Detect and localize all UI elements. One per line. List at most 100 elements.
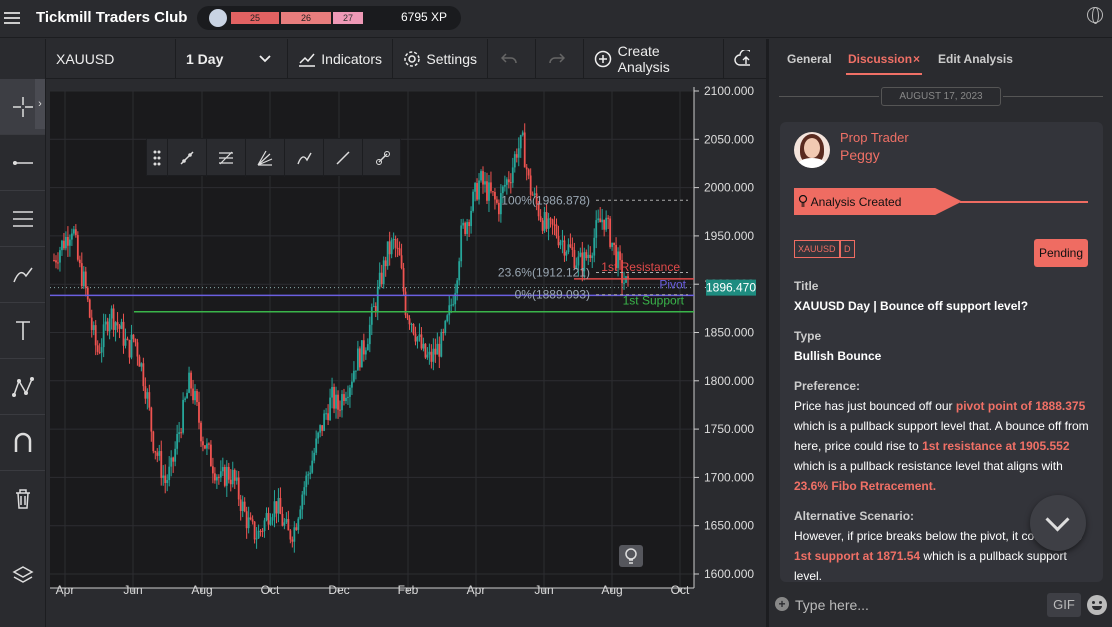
candle-body	[519, 135, 522, 149]
fib-label: 100%(1986.878)	[501, 193, 590, 207]
candle-body	[448, 305, 451, 316]
candle-body	[567, 244, 570, 253]
candle-body	[329, 397, 331, 421]
user-name[interactable]: Peggy	[840, 147, 880, 163]
candle-body	[297, 518, 300, 530]
parallel-lines-icon	[12, 210, 33, 227]
candle-body	[122, 321, 125, 346]
candle-body	[494, 192, 496, 200]
interval-dropdown[interactable]: 1 Day	[176, 39, 288, 79]
price-chart[interactable]: Apr Jun Aug Oct Dec Feb Apr Jun Aug Oct 2100.000 20…	[46, 79, 766, 627]
candle-body	[100, 347, 103, 353]
close-tab-icon[interactable]: ×	[913, 52, 920, 66]
redo-button[interactable]	[536, 39, 584, 79]
active-tab-indicator	[846, 73, 922, 75]
trendline-icon	[180, 151, 194, 165]
settings-button[interactable]: Settings	[393, 39, 488, 79]
candle-body	[372, 306, 375, 308]
candle-body	[63, 240, 65, 249]
candle-body	[553, 224, 556, 226]
scroll-down-button[interactable]	[1030, 495, 1086, 551]
avatar	[794, 132, 830, 168]
add-attachment-icon[interactable]: +	[775, 597, 789, 611]
menu-icon[interactable]	[4, 9, 20, 25]
draw-brush-button[interactable]	[285, 139, 324, 177]
candle-body	[241, 501, 244, 511]
upload-button[interactable]	[724, 39, 766, 79]
horizontal-line-tool[interactable]	[0, 135, 45, 191]
draw-ray-button[interactable]	[324, 139, 363, 177]
candle-body	[587, 254, 590, 259]
candle-body	[279, 497, 282, 514]
drag-handle-icon[interactable]	[147, 139, 168, 177]
delete-tool[interactable]	[0, 471, 45, 527]
candle-body	[162, 475, 165, 478]
candle-body	[354, 370, 357, 372]
symbol-selector[interactable]: XAUUSD	[46, 39, 176, 79]
lightbulb-icon[interactable]	[619, 545, 643, 567]
message-input[interactable]	[795, 595, 1035, 615]
candle-body	[488, 182, 490, 201]
preference-label: Preference:	[794, 379, 861, 393]
candle-body	[235, 477, 238, 481]
candle-body	[102, 324, 105, 348]
globe-icon[interactable]	[1087, 7, 1103, 24]
draw-trendline-button[interactable]	[168, 139, 207, 177]
create-analysis-label: Create Analysis	[617, 43, 670, 75]
draw-link-button[interactable]	[363, 139, 402, 177]
candle-body	[126, 338, 129, 340]
candle-body	[182, 399, 185, 433]
candle-body	[486, 181, 488, 201]
candle-body	[217, 476, 220, 478]
candle-body	[539, 216, 542, 221]
candle-body	[194, 391, 196, 401]
candle-body	[472, 191, 474, 211]
candle-body	[253, 521, 256, 540]
expand-arrow-icon[interactable]: ›	[35, 79, 45, 129]
candle-body	[198, 402, 200, 423]
crosshair-tool[interactable]: ›	[0, 79, 45, 135]
y-tick-label: 1850.000	[704, 326, 754, 340]
tab-discussion[interactable]: Discussion	[848, 52, 912, 66]
create-analysis-button[interactable]: Create Analysis	[584, 39, 724, 79]
candle-body	[623, 282, 625, 284]
undo-button[interactable]	[488, 39, 536, 79]
pattern-tool[interactable]	[0, 359, 45, 415]
parallel-lines-tool[interactable]	[0, 191, 45, 247]
indicators-button[interactable]: Indicators	[288, 39, 393, 79]
magnet-tool[interactable]	[0, 415, 45, 471]
fan-icon	[257, 150, 273, 166]
candle-body	[527, 169, 530, 176]
candle-body	[227, 466, 230, 480]
candle-body	[490, 182, 492, 192]
candle-body	[124, 338, 127, 346]
candle-body	[323, 413, 326, 431]
candle-body	[605, 217, 608, 230]
candle-body	[591, 255, 594, 258]
candle-body	[456, 280, 459, 294]
candle-body	[53, 260, 55, 262]
tab-general[interactable]: General	[787, 52, 832, 66]
candle-body	[513, 154, 516, 168]
text-tool[interactable]	[0, 303, 45, 359]
draw-fan-button[interactable]	[246, 139, 285, 177]
trash-icon	[15, 489, 30, 509]
candle-body	[388, 241, 391, 255]
symbol-tag: XAUUSD	[794, 240, 840, 258]
gif-button[interactable]: GIF	[1047, 593, 1081, 617]
candle-body	[511, 167, 514, 183]
candle-body	[269, 520, 272, 525]
divider	[779, 96, 879, 97]
draw-fib-button[interactable]	[207, 139, 246, 177]
fib-label: 23.6%(1912.121)	[498, 265, 590, 279]
brush-tool[interactable]	[0, 247, 45, 303]
emoji-icon[interactable]	[1087, 595, 1107, 615]
candle-body	[301, 494, 304, 510]
candle-body	[221, 466, 224, 472]
candle-body	[341, 394, 343, 411]
candle-body	[414, 333, 417, 342]
layers-tool[interactable]	[0, 547, 45, 603]
candle-body	[273, 501, 276, 518]
candle-body	[299, 509, 302, 519]
tab-edit-analysis[interactable]: Edit Analysis	[938, 52, 1013, 66]
